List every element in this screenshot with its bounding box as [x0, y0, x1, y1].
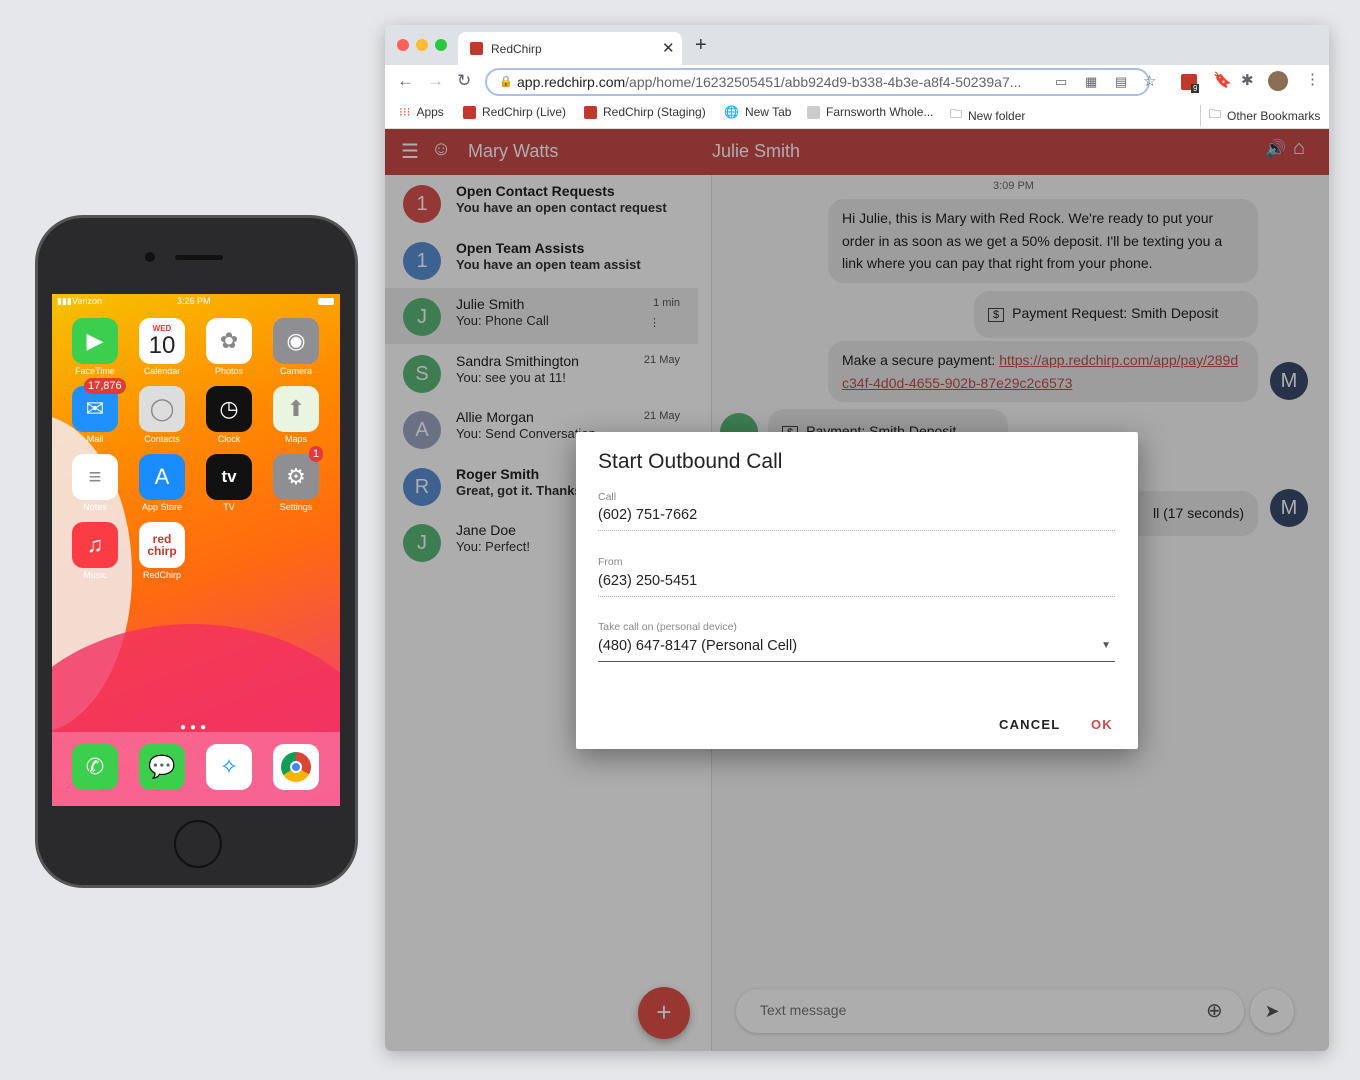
calendar-app-icon[interactable]: WED 10 — [139, 318, 185, 364]
facetime-app-icon[interactable]: ▶ — [72, 318, 118, 364]
url-host: app.redchirp.com — [517, 74, 626, 90]
chevron-down-icon: ▼ — [1101, 640, 1111, 651]
reload-icon[interactable]: ↻ — [457, 71, 471, 91]
app-label: TV — [223, 502, 235, 512]
maximize-window-button[interactable] — [435, 39, 447, 51]
bookmark-extension-icon[interactable]: 🔖 — [1213, 71, 1232, 89]
from-label: From — [598, 556, 623, 568]
address-bar[interactable]: 🔒 app.redchirp.com/app/home/16232505451/… — [485, 68, 1156, 96]
app-label: App Store — [141, 502, 183, 512]
extensions-puzzle-icon[interactable]: ✱ — [1241, 71, 1254, 89]
minimize-window-button[interactable] — [416, 39, 428, 51]
app-label: Settings — [279, 502, 313, 512]
maps-app-icon[interactable]: ⬆ — [273, 386, 319, 432]
start-outbound-call-dialog: Start Outbound Call Call (602) 751-7662 … — [576, 432, 1138, 749]
phone-app-icon[interactable]: ✆ — [72, 744, 118, 790]
qr-icon[interactable]: ▦ — [1085, 74, 1097, 90]
dialog-title: Start Outbound Call — [598, 450, 783, 473]
app-label: Photos — [214, 366, 244, 376]
chrome-app-icon[interactable] — [273, 744, 319, 790]
carrier: Verizon — [72, 296, 103, 306]
dock: ✆ 💬 ✧ — [52, 732, 340, 806]
url-path: /app/home/16232505451/abb924d9-b338-4b3e… — [625, 74, 1022, 90]
call-field[interactable]: (602) 751-7662 — [598, 507, 697, 523]
folder-icon: 🗀 — [1209, 107, 1222, 121]
card-icon[interactable]: ▤ — [1115, 74, 1127, 90]
browser-toolbar: ← → ↻ 🔒 app.redchirp.com/app/home/162325… — [385, 65, 1329, 98]
safari-app-icon[interactable]: ✧ — [206, 744, 252, 790]
app-label: FaceTime — [75, 366, 115, 376]
app-label: Maps — [284, 434, 307, 444]
phone-time: 3:26 PM — [177, 296, 211, 306]
device-select[interactable]: (480) 647-8147 (Personal Cell) ▼ — [598, 637, 1115, 662]
close-tab-icon[interactable]: ✕ — [662, 39, 675, 57]
apps-grid-icon: ⁝⁝⁝ — [399, 105, 411, 119]
app-label: RedChirp — [142, 570, 182, 580]
phone-speaker — [175, 255, 223, 260]
bookmarks-bar: ⁝⁝⁝ Apps RedChirp (Live) RedChirp (Stagin… — [385, 98, 1329, 129]
battery-icon — [318, 298, 334, 305]
app-label: Mail — [86, 434, 104, 444]
app-label: Contacts — [144, 434, 180, 444]
notes-app-icon[interactable]: ≡ — [72, 454, 118, 500]
call-label: Call — [598, 491, 617, 503]
redchirp-app-icon[interactable]: red chirp — [139, 522, 185, 568]
extension-badge: 9 — [1191, 84, 1200, 93]
app-label: Music — [83, 570, 107, 580]
profile-avatar[interactable] — [1268, 71, 1288, 91]
bookmark-new-folder[interactable]: 🗀 New folder — [950, 105, 1025, 126]
notification-badge: 1 — [309, 446, 324, 462]
bookmark-star-icon[interactable]: ☆ — [1143, 72, 1156, 90]
tab-redchirp[interactable]: RedChirp ✕ — [458, 32, 682, 65]
tv-app-icon[interactable]: tv — [206, 454, 252, 500]
music-app-icon[interactable]: ♫ — [72, 522, 118, 568]
from-field[interactable]: (623) 250-5451 — [598, 573, 697, 589]
close-window-button[interactable] — [397, 39, 409, 51]
app-label: Camera — [279, 366, 312, 376]
menu-kebab-icon[interactable]: ⋮ — [1305, 70, 1320, 88]
browser-window: RedChirp ✕ + ← → ↻ 🔒 app.redchirp.com/ap… — [385, 25, 1329, 1051]
device-label: Take call on (personal device) — [598, 621, 737, 633]
clock-app-icon[interactable]: ◷ — [206, 386, 252, 432]
forward-icon[interactable]: → — [427, 71, 444, 91]
app-label: Calendar — [143, 366, 181, 376]
lock-icon: 🔒 — [499, 76, 513, 88]
cast-icon[interactable]: ▭ — [1055, 74, 1067, 90]
ok-button[interactable]: OK — [1091, 717, 1113, 732]
contacts-app-icon[interactable]: ◯ — [139, 386, 185, 432]
signal-icon: ▮▮▮ — [57, 296, 72, 306]
phone-screen: ▮▮▮ Verizon 3:26 PM ▶ FaceTime WED 10 Calend… — [52, 294, 340, 806]
photos-app-icon[interactable]: ✿ — [206, 318, 252, 364]
globe-icon: 🌐 — [724, 105, 739, 119]
app-store-app-icon[interactable]: A — [139, 454, 185, 500]
camera-app-icon[interactable]: ◉ — [273, 318, 319, 364]
cancel-button[interactable]: CANCEL — [999, 717, 1060, 732]
tab-title: RedChirp — [491, 42, 542, 56]
bookmark-farnsworth[interactable]: Farnsworth Whole... — [807, 105, 933, 119]
app-label: Clock — [217, 434, 241, 444]
notification-badge: 17,876 — [84, 378, 126, 394]
other-bookmarks[interactable]: 🗀 Other Bookmarks — [1200, 105, 1320, 126]
bookmark-redchirp-live[interactable]: RedChirp (Live) — [463, 105, 566, 119]
app-label: Notes — [83, 502, 107, 512]
bookmark-redchirp-staging[interactable]: RedChirp (Staging) — [584, 105, 706, 119]
phone-camera — [145, 252, 155, 262]
home-button[interactable] — [174, 820, 222, 868]
bookmark-new-tab[interactable]: 🌐 New Tab — [724, 105, 791, 119]
bookmark-apps[interactable]: ⁝⁝⁝ Apps — [399, 105, 444, 119]
redchirp-favicon — [470, 42, 483, 55]
back-icon[interactable]: ← — [397, 71, 414, 91]
tab-bar: RedChirp ✕ + — [385, 25, 1329, 65]
folder-icon: 🗀 — [950, 107, 963, 121]
new-tab-button[interactable]: + — [695, 34, 707, 57]
messages-app-icon[interactable]: 💬 — [139, 744, 185, 790]
